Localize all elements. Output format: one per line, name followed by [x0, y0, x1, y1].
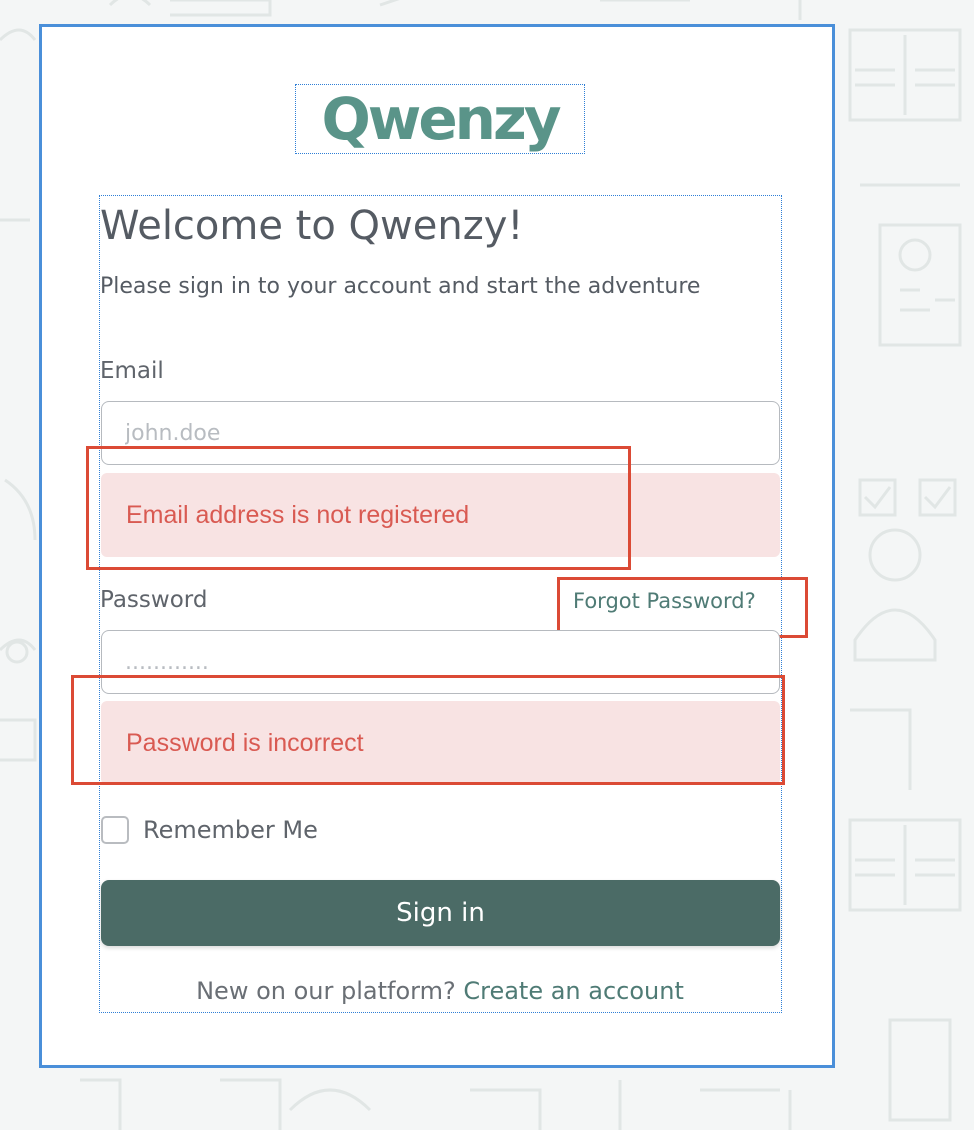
password-error-message: Password is incorrect	[101, 701, 780, 785]
password-field[interactable]	[101, 630, 780, 694]
email-field[interactable]	[101, 401, 780, 465]
page-subtitle: Please sign in to your account and start…	[100, 274, 701, 299]
sign-in-button[interactable]: Sign in	[101, 880, 780, 946]
email-label: Email	[100, 358, 164, 384]
signup-prompt-text: New on our platform?	[196, 977, 456, 1005]
login-card: Qwenzy Welcome to Qwenzy! Please sign in…	[39, 24, 835, 1068]
password-label: Password	[100, 587, 208, 613]
email-error-message: Email address is not registered	[101, 473, 780, 557]
create-account-link[interactable]: Create an account	[463, 977, 684, 1005]
remember-me-label: Remember Me	[143, 816, 318, 844]
logo-text: Qwenzy	[321, 85, 561, 153]
brand-logo: Qwenzy	[295, 84, 585, 154]
remember-me-row[interactable]: Remember Me	[101, 816, 318, 844]
remember-me-checkbox[interactable]	[101, 816, 129, 844]
signup-prompt: New on our platform? Create an account	[42, 977, 838, 1005]
page-title: Welcome to Qwenzy!	[100, 203, 524, 249]
forgot-password-link[interactable]: Forgot Password?	[573, 589, 756, 613]
